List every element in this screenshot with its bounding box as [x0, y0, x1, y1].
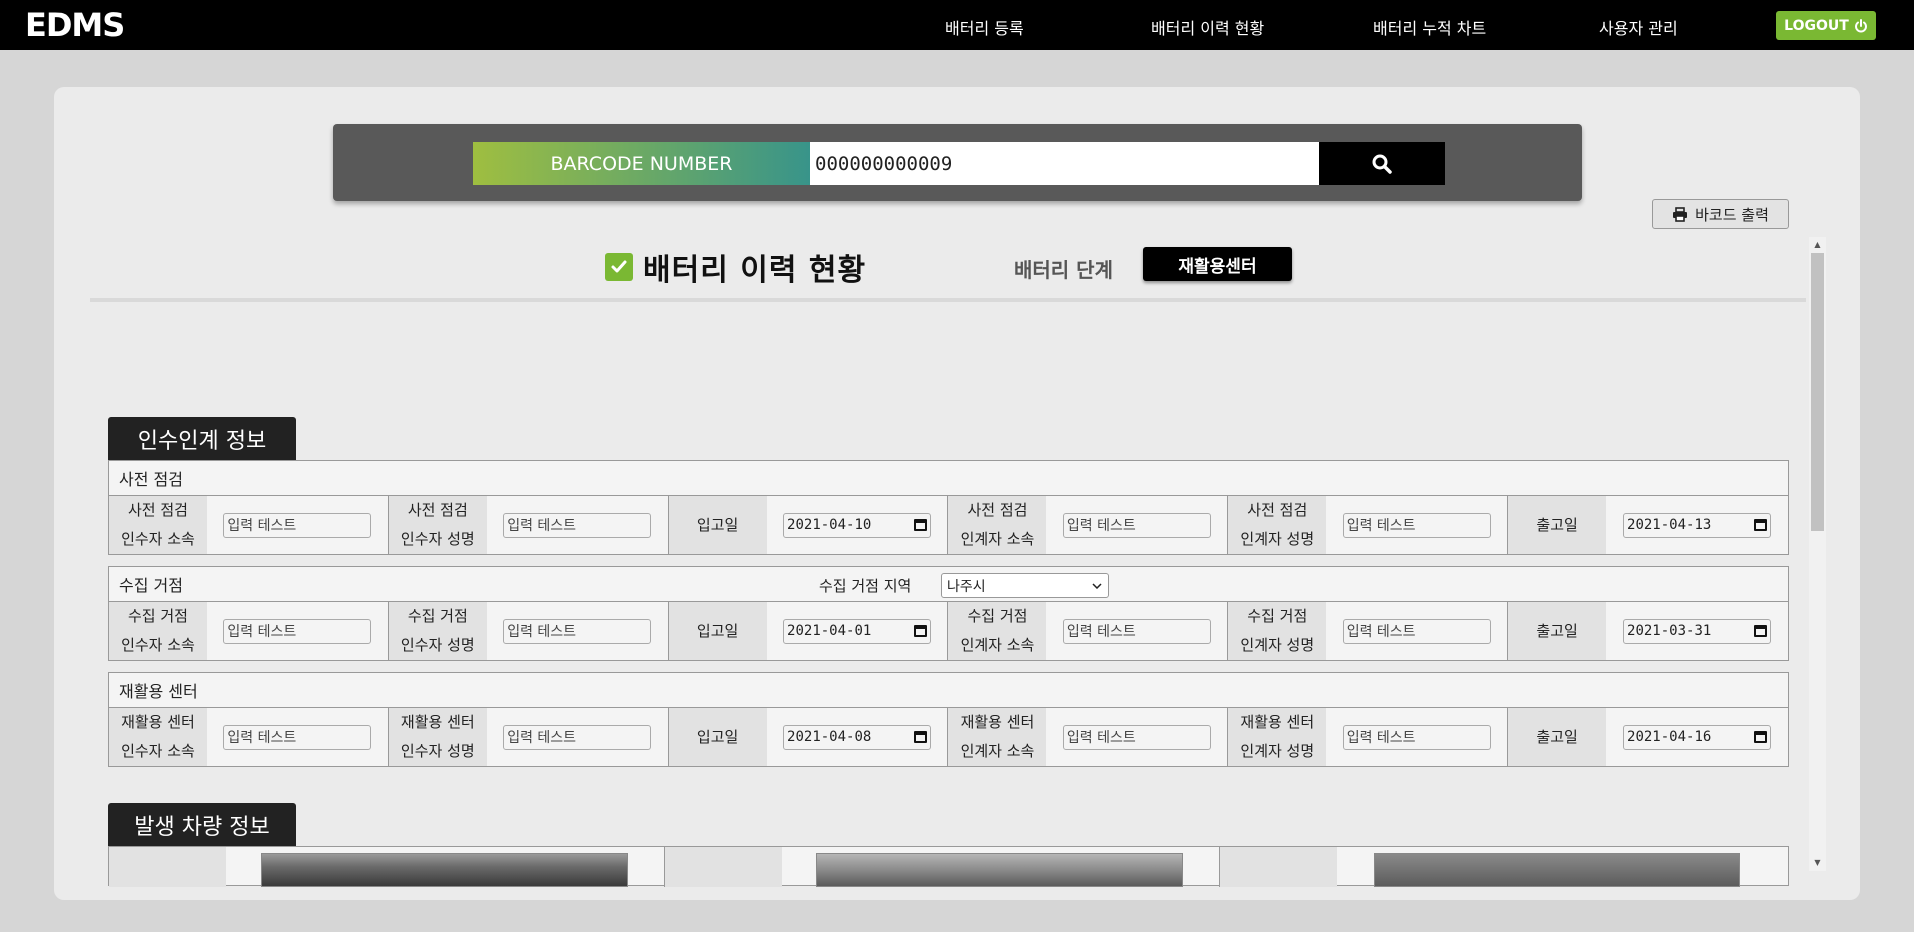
- vehicle-photo-2[interactable]: [816, 853, 1183, 887]
- vehicle-section-title: 발생 차량 정보: [108, 803, 296, 846]
- pre-check-sender-org-input[interactable]: 입력 테스트: [1062, 512, 1211, 538]
- vehicle-photo-1[interactable]: [261, 853, 628, 887]
- field-label: 입고일: [668, 496, 767, 554]
- recycling-receiver-org-input[interactable]: 입력 테스트: [223, 724, 372, 750]
- printer-icon: [1673, 206, 1688, 222]
- vehicle-photo-label: [109, 847, 226, 887]
- page-title-wrap: 배터리 이력 현황: [605, 245, 866, 289]
- pre-check-block: 사전 점검 사전 점검 인수자 소속 입력 테스트 사전 점검 인수자 성명 입력 …: [108, 460, 1789, 555]
- calendar-icon[interactable]: [1754, 519, 1768, 531]
- field-label: 수집 거점 인수자 성명: [388, 602, 487, 660]
- collection-receiver-org-input[interactable]: 입력 테스트: [223, 618, 372, 644]
- recycling-center-row: 재활용 센터 인수자 소속 입력 테스트 재활용 센터 인수자 성명 입력 테스트 …: [109, 708, 1788, 766]
- calendar-icon[interactable]: [1754, 731, 1768, 743]
- calendar-icon[interactable]: [914, 625, 928, 637]
- region-value: 나주시: [947, 578, 986, 595]
- field-label: 사전 점검 인수자 성명: [388, 496, 487, 554]
- calendar-icon[interactable]: [1754, 625, 1768, 637]
- field-label: 입고일: [668, 602, 767, 660]
- field-label: 출고일: [1508, 602, 1607, 660]
- field-label: 수집 거점 인계자 성명: [1228, 602, 1327, 660]
- title-divider: [90, 298, 1806, 302]
- collection-receiver-name-input[interactable]: 입력 테스트: [503, 618, 652, 644]
- nav-battery-chart[interactable]: 배터리 누적 차트: [1373, 15, 1486, 39]
- top-navbar: EDMS 배터리 등록 배터리 이력 현황 배터리 누적 차트 사용자 관리 L…: [0, 0, 1914, 50]
- collection-in-date-input[interactable]: 2021-04-01: [783, 618, 932, 644]
- field-label: 입고일: [668, 708, 767, 766]
- pre-check-receiver-name-input[interactable]: 입력 테스트: [503, 512, 652, 538]
- field-label: 수집 거점 인수자 소속: [109, 602, 207, 660]
- chevron-down-icon: [1092, 582, 1102, 589]
- field-label: 사전 점검 인수자 소속: [109, 496, 207, 554]
- battery-stage-badge: 재활용센터: [1143, 247, 1292, 281]
- field-label: 수집 거점 인계자 소속: [948, 602, 1047, 660]
- field-label: 출고일: [1508, 708, 1607, 766]
- search-panel: BARCODE NUMBER: [333, 124, 1582, 201]
- recycling-center-block: 재활용 센터 재활용 센터 인수자 소속 입력 테스트 재활용 센터 인수자 성명 …: [108, 672, 1789, 767]
- region-select[interactable]: 나주시: [941, 573, 1109, 598]
- block-title-row: 수집 거점 수집 거점 지역 나주시: [109, 567, 1788, 602]
- pre-check-out-date-input[interactable]: 2021-04-13: [1623, 512, 1772, 538]
- collection-out-date-input[interactable]: 2021-03-31: [1623, 618, 1772, 644]
- vehicle-photo-block: [108, 846, 1789, 887]
- nav-user-management[interactable]: 사용자 관리: [1599, 15, 1678, 39]
- field-label: 사전 점검 인계자 성명: [1228, 496, 1327, 554]
- check-icon: [605, 253, 633, 281]
- calendar-icon[interactable]: [914, 731, 928, 743]
- logout-button[interactable]: LOGOUT: [1776, 11, 1876, 40]
- scroll-up-arrow[interactable]: ▲: [1811, 239, 1824, 251]
- field-label: 사전 점검 인계자 소속: [948, 496, 1047, 554]
- vehicle-photo-label: [665, 847, 782, 887]
- recycling-sender-name-input[interactable]: 입력 테스트: [1342, 724, 1491, 750]
- recycling-receiver-name-input[interactable]: 입력 테스트: [503, 724, 652, 750]
- pre-check-sender-name-input[interactable]: 입력 테스트: [1342, 512, 1491, 538]
- collection-point-row: 수집 거점 인수자 소속 입력 테스트 수집 거점 인수자 성명 입력 테스트 입고…: [109, 602, 1788, 660]
- field-label: 재활용 센터 인계자 성명: [1228, 708, 1327, 766]
- region-label: 수집 거점 지역: [819, 577, 912, 595]
- recycling-out-date-input[interactable]: 2021-04-16: [1623, 724, 1772, 750]
- vehicle-photo-label: [1220, 847, 1337, 887]
- block-title: 재활용 센터: [109, 673, 1788, 708]
- pre-check-receiver-org-input[interactable]: 입력 테스트: [223, 512, 372, 538]
- power-icon: [1854, 18, 1867, 32]
- block-title: 수집 거점: [119, 576, 183, 595]
- calendar-icon[interactable]: [914, 519, 928, 531]
- scroll-down-arrow[interactable]: ▼: [1811, 857, 1824, 869]
- scrollbar-thumb[interactable]: [1811, 253, 1824, 531]
- page-title: 배터리 이력 현황: [643, 253, 867, 288]
- search-button[interactable]: [1319, 142, 1445, 185]
- collection-sender-name-input[interactable]: 입력 테스트: [1342, 618, 1491, 644]
- field-label: 출고일: [1508, 496, 1607, 554]
- block-title: 사전 점검: [109, 461, 1788, 496]
- logout-label: LOGOUT: [1784, 17, 1849, 34]
- nav-battery-register[interactable]: 배터리 등록: [945, 15, 1024, 39]
- barcode-label: BARCODE NUMBER: [473, 142, 810, 185]
- barcode-print-label: 바코드 출력: [1695, 205, 1769, 224]
- search-icon: [1372, 154, 1392, 174]
- field-label: 재활용 센터 인수자 소속: [109, 708, 207, 766]
- handover-section-title: 인수인계 정보: [108, 417, 296, 460]
- recycling-sender-org-input[interactable]: 입력 테스트: [1062, 724, 1211, 750]
- battery-stage-label: 배터리 단계: [1014, 258, 1113, 282]
- collection-point-block: 수집 거점 수집 거점 지역 나주시 수집 거점 인수자 소속 입력 테스트 수집…: [108, 566, 1789, 661]
- pre-check-row: 사전 점검 인수자 소속 입력 테스트 사전 점검 인수자 성명 입력 테스트 입고…: [109, 496, 1788, 554]
- app-logo[interactable]: EDMS: [25, 6, 125, 44]
- field-label: 재활용 센터 인계자 소속: [948, 708, 1047, 766]
- barcode-print-button[interactable]: 바코드 출력: [1652, 199, 1789, 229]
- pre-check-in-date-input[interactable]: 2021-04-10: [783, 512, 932, 538]
- recycling-in-date-input[interactable]: 2021-04-08: [783, 724, 932, 750]
- field-label: 재활용 센터 인수자 성명: [388, 708, 487, 766]
- nav-battery-history[interactable]: 배터리 이력 현황: [1151, 15, 1264, 39]
- main-card: BARCODE NUMBER ▲ ▼ 바코드 출력 배터리 이력 현황 배터리 …: [54, 87, 1860, 900]
- vehicle-photo-3[interactable]: [1374, 853, 1740, 887]
- collection-sender-org-input[interactable]: 입력 테스트: [1062, 618, 1211, 644]
- barcode-search-input[interactable]: [810, 142, 1319, 185]
